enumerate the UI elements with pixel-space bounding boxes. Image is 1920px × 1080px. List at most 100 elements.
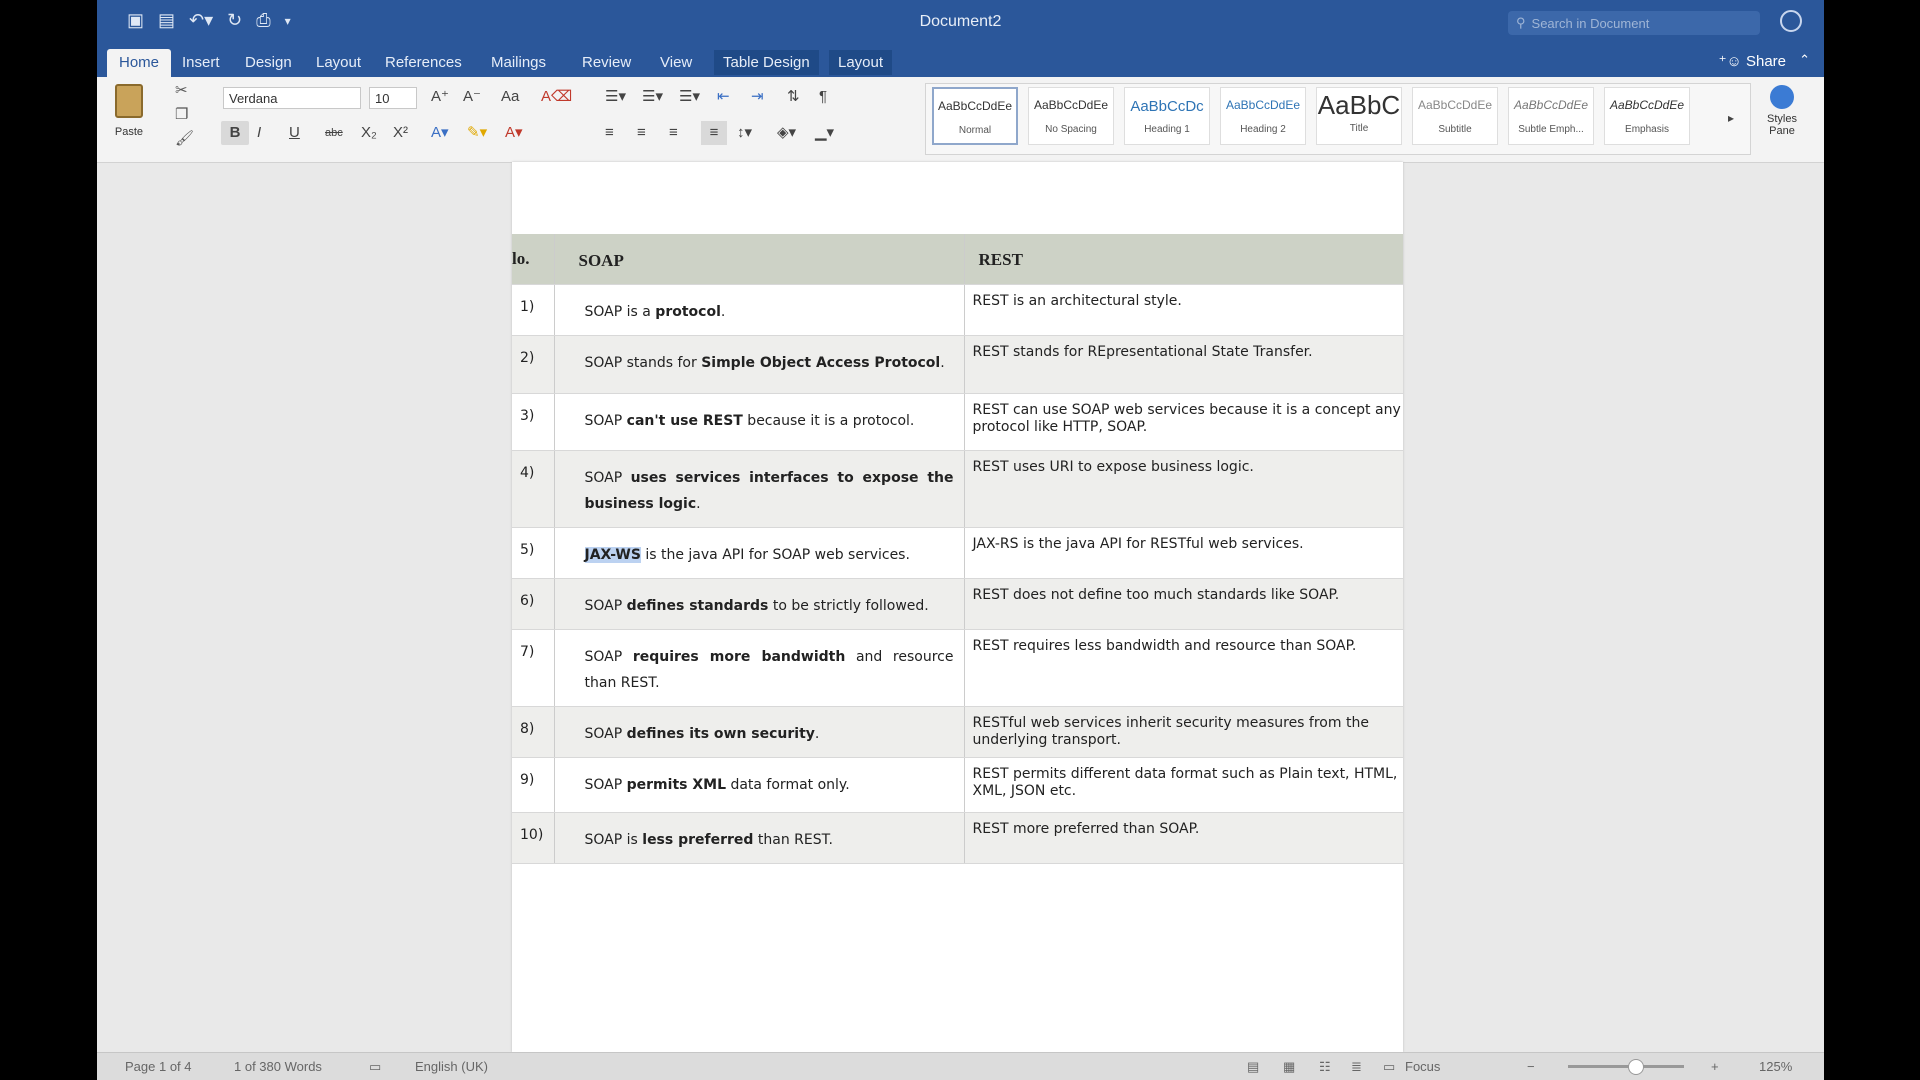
increase-indent-icon[interactable]: ⇥ bbox=[751, 85, 764, 109]
grow-font-icon[interactable]: A⁺ bbox=[431, 85, 449, 109]
cut-icon[interactable]: ✂ bbox=[175, 81, 194, 99]
tab-mailings[interactable]: Mailings bbox=[482, 50, 555, 75]
rest-cell[interactable]: JAX-RS is the java API for RESTful web s… bbox=[964, 527, 1403, 579]
decrease-indent-icon[interactable]: ⇤ bbox=[717, 85, 730, 109]
comparison-table[interactable]: lo. SOAP REST 1) SOAP is a protocol. REST … bbox=[512, 234, 1403, 864]
paste-button[interactable]: Paste bbox=[111, 84, 147, 138]
style-normal[interactable]: AaBbCcDdEe Normal bbox=[932, 87, 1018, 145]
tab-view[interactable]: View bbox=[651, 50, 701, 75]
row-number: 2) bbox=[512, 335, 555, 394]
word-count[interactable]: 1 of 380 Words bbox=[234, 1059, 322, 1074]
soap-text: than REST. bbox=[753, 832, 833, 848]
clear-formatting-icon[interactable]: A⌫ bbox=[541, 85, 572, 109]
align-right-icon[interactable]: ≡ bbox=[669, 121, 678, 145]
superscript-icon[interactable]: X² bbox=[393, 121, 408, 145]
tab-layout[interactable]: Layout bbox=[307, 50, 370, 75]
rest-cell[interactable]: REST permits different data format such … bbox=[964, 757, 1403, 813]
soap-cell[interactable]: JAX-WS is the java API for SOAP web serv… bbox=[554, 527, 965, 579]
italic-icon[interactable]: I bbox=[257, 121, 261, 145]
rest-cell[interactable]: REST does not define too much standards … bbox=[964, 578, 1403, 630]
font-name-select[interactable]: Verdana bbox=[223, 87, 361, 109]
proofing-icon[interactable]: ▭ bbox=[369, 1059, 381, 1075]
tab-design[interactable]: Design bbox=[236, 50, 301, 75]
focus-label[interactable]: Focus bbox=[1405, 1059, 1440, 1074]
text-effects-icon[interactable]: A▾ bbox=[431, 121, 449, 145]
web-layout-icon[interactable]: ▦ bbox=[1283, 1059, 1295, 1075]
borders-icon[interactable]: ▁▾ bbox=[815, 121, 834, 145]
soap-cell[interactable]: SOAP permits XML data format only. bbox=[554, 757, 965, 813]
numbering-icon[interactable]: ☰▾ bbox=[642, 85, 663, 109]
multilevel-list-icon[interactable]: ☰▾ bbox=[679, 85, 700, 109]
soap-cell[interactable]: SOAP is a protocol. bbox=[554, 284, 965, 336]
style-heading-1[interactable]: AaBbCcDc Heading 1 bbox=[1124, 87, 1210, 145]
line-spacing-icon[interactable]: ↕▾ bbox=[737, 121, 752, 145]
underline-icon[interactable]: U bbox=[289, 121, 300, 145]
soap-cell[interactable]: SOAP requires more bandwidth and resourc… bbox=[554, 629, 965, 707]
copy-icon[interactable]: ❐ bbox=[175, 105, 194, 123]
table-row: 7) SOAP requires more bandwidth and resou… bbox=[512, 629, 1403, 707]
rest-cell[interactable]: REST requires less bandwidth and resourc… bbox=[964, 629, 1403, 707]
highlight-icon[interactable]: ✎▾ bbox=[467, 121, 487, 145]
soap-cell[interactable]: SOAP defines its own security. bbox=[554, 706, 965, 758]
table-body: 1) SOAP is a protocol. REST is an architec… bbox=[512, 284, 1403, 864]
tab-insert[interactable]: Insert bbox=[173, 50, 229, 75]
show-formatting-icon[interactable]: ¶ bbox=[819, 85, 827, 109]
soap-cell[interactable]: SOAP can't use REST because it is a prot… bbox=[554, 393, 965, 451]
share-label: Share bbox=[1745, 53, 1786, 70]
bullets-icon[interactable]: ☰▾ bbox=[605, 85, 626, 109]
zoom-slider-knob[interactable] bbox=[1628, 1059, 1644, 1075]
soap-cell[interactable]: SOAP defines standards to be strictly fo… bbox=[554, 578, 965, 630]
language[interactable]: English (UK) bbox=[415, 1059, 488, 1074]
align-center-icon[interactable]: ≡ bbox=[637, 121, 646, 145]
subscript-icon[interactable]: X₂ bbox=[361, 121, 377, 145]
print-layout-icon[interactable]: ▤ bbox=[1247, 1059, 1259, 1075]
collapse-ribbon-icon[interactable]: ⌃ bbox=[1799, 52, 1810, 68]
rest-cell[interactable]: REST can use SOAP web services because i… bbox=[964, 393, 1403, 451]
search-box[interactable]: ⚲ Search in Document bbox=[1508, 11, 1760, 35]
style-title[interactable]: AaBbC Title bbox=[1316, 87, 1402, 145]
format-painter-icon[interactable]: 🖌 bbox=[175, 129, 194, 147]
soap-bold-text: can't use REST bbox=[626, 413, 743, 429]
strikethrough-icon[interactable]: abc bbox=[325, 121, 343, 145]
page-count[interactable]: Page 1 of 4 bbox=[125, 1059, 192, 1074]
tab-home[interactable]: Home bbox=[107, 49, 172, 77]
shrink-font-icon[interactable]: A⁻ bbox=[463, 85, 481, 109]
align-left-icon[interactable]: ≡ bbox=[605, 121, 614, 145]
style-emphasis[interactable]: AaBbCcDdEe Emphasis bbox=[1604, 87, 1690, 145]
rest-cell[interactable]: REST uses URI to expose business logic. bbox=[964, 450, 1403, 528]
font-size-select[interactable]: 10 bbox=[369, 87, 417, 109]
gallery-more-icon[interactable]: ▸ bbox=[1728, 106, 1734, 130]
draft-view-icon[interactable]: ≣ bbox=[1351, 1059, 1362, 1075]
style-subtle-emphasis[interactable]: AaBbCcDdEe Subtle Emph... bbox=[1508, 87, 1594, 145]
tab-table-design[interactable]: Table Design bbox=[714, 50, 819, 75]
soap-cell[interactable]: SOAP is less preferred than REST. bbox=[554, 812, 965, 864]
zoom-level[interactable]: 125% bbox=[1759, 1059, 1792, 1074]
zoom-in-icon[interactable]: + bbox=[1711, 1059, 1719, 1074]
bold-icon[interactable]: B bbox=[221, 121, 249, 145]
styles-pane-button[interactable]: Styles Pane bbox=[1760, 85, 1804, 137]
focus-icon[interactable]: ▭ bbox=[1383, 1059, 1395, 1075]
shading-icon[interactable]: ◈▾ bbox=[777, 121, 796, 145]
zoom-slider[interactable] bbox=[1568, 1059, 1684, 1075]
sort-icon[interactable]: ⇅ bbox=[787, 85, 800, 109]
tab-table-layout[interactable]: Layout bbox=[829, 50, 893, 75]
style-no-spacing[interactable]: AaBbCcDdEe No Spacing bbox=[1028, 87, 1114, 145]
rest-cell[interactable]: RESTful web services inherit security me… bbox=[964, 706, 1403, 758]
rest-cell[interactable]: REST stands for REpresentational State T… bbox=[964, 335, 1403, 394]
account-icon[interactable] bbox=[1780, 10, 1802, 32]
justify-icon[interactable]: ≡ bbox=[701, 121, 727, 145]
style-subtitle[interactable]: AaBbCcDdEe Subtitle bbox=[1412, 87, 1498, 145]
change-case-icon[interactable]: Aa bbox=[501, 85, 519, 109]
document-page[interactable]: lo. SOAP REST 1) SOAP is a protocol. REST … bbox=[512, 162, 1403, 1052]
soap-cell[interactable]: SOAP stands for Simple Object Access Pro… bbox=[554, 335, 965, 394]
tab-review[interactable]: Review bbox=[573, 50, 640, 75]
outline-view-icon[interactable]: ☷ bbox=[1319, 1059, 1331, 1075]
tab-references[interactable]: References bbox=[376, 50, 471, 75]
rest-cell[interactable]: REST is an architectural style. bbox=[964, 284, 1403, 336]
share-button[interactable]: ⁺☺ Share bbox=[1719, 52, 1786, 70]
font-color-icon[interactable]: A▾ bbox=[505, 121, 523, 145]
soap-cell[interactable]: SOAP uses services interfaces to expose … bbox=[554, 450, 965, 528]
rest-cell[interactable]: REST more preferred than SOAP. bbox=[964, 812, 1403, 864]
style-heading-2[interactable]: AaBbCcDdEe Heading 2 bbox=[1220, 87, 1306, 145]
zoom-out-icon[interactable]: − bbox=[1527, 1059, 1535, 1074]
